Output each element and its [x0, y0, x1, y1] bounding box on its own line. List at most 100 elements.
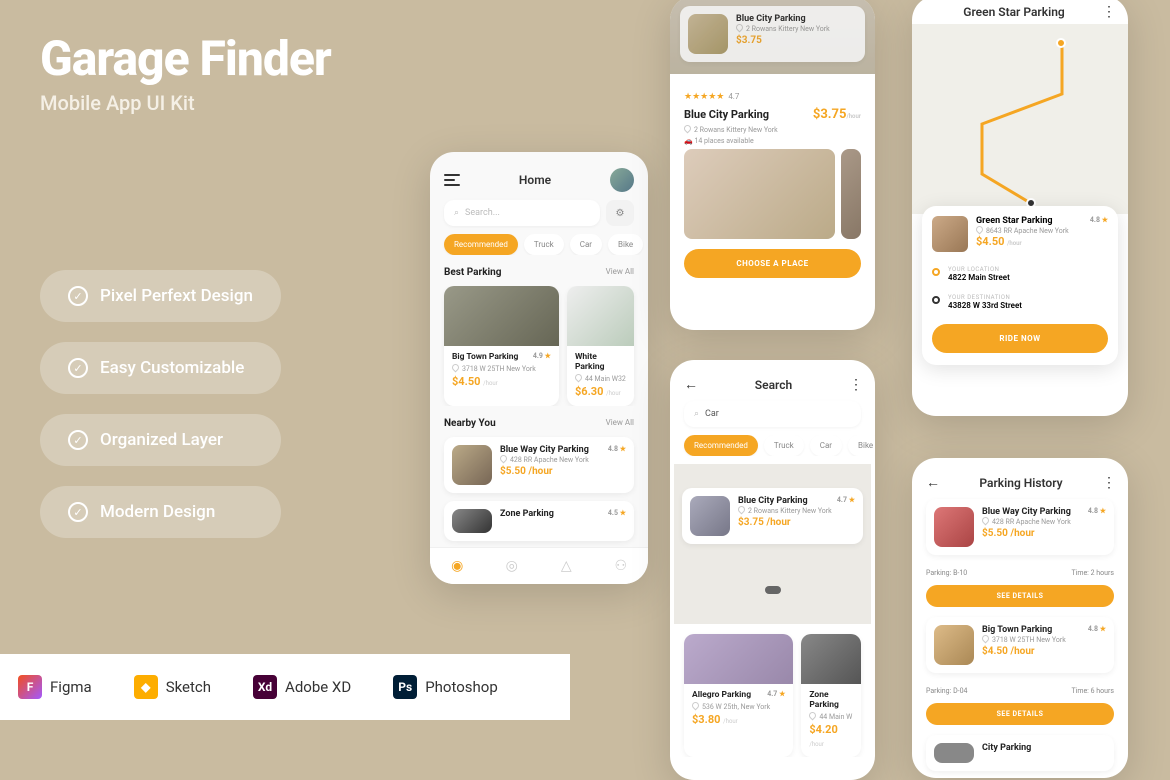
view-all-link[interactable]: View All	[606, 267, 634, 278]
parking-list-item[interactable]: Blue Way City Parking4.8 ★ 428 RR Apache…	[444, 437, 634, 493]
more-icon[interactable]: ⋮	[1102, 475, 1114, 491]
parking-card[interactable]: Allegro Parking4.7 ★ 536 W 25th, New Yor…	[684, 634, 793, 757]
ps-icon: Ps	[393, 675, 417, 699]
search-input[interactable]: ⌕Car	[684, 401, 861, 427]
feature-pill: ✓Organized Layer	[40, 414, 281, 466]
ride-now-button[interactable]: RIDE NOW	[932, 324, 1108, 353]
phone-history: ← Parking History ⋮ Blue Way City Parkin…	[912, 458, 1128, 778]
chip-truck[interactable]: Truck	[764, 435, 804, 456]
map-result-card[interactable]: Blue City Parking4.7 ★ 2 Rowans Kittery …	[682, 488, 863, 544]
star-icon: ★	[779, 690, 785, 698]
filter-button[interactable]: ⚙	[606, 200, 634, 226]
image-gallery[interactable]	[670, 149, 875, 239]
route-panel: Green Star Parking4.8 ★ 8643 RR Apache N…	[922, 206, 1118, 365]
pin-icon	[499, 454, 509, 464]
map-view[interactable]: Blue City Parking4.7 ★ 2 Rowans Kittery …	[674, 464, 871, 624]
chip-bike[interactable]: Bike	[608, 234, 643, 255]
parking-image	[452, 509, 492, 533]
parking-name: Blue City Parking	[684, 108, 769, 121]
category-chips: Recommended Truck Car Bike Bicy	[430, 234, 648, 255]
nav-bell-icon[interactable]: △	[558, 558, 574, 574]
destination-dot-icon	[932, 296, 940, 304]
nav-profile-icon[interactable]: ⚇	[613, 558, 629, 574]
gallery-image	[684, 149, 835, 239]
star-icon: ★	[620, 509, 626, 517]
feature-pill: ✓Easy Customizable	[40, 342, 281, 394]
feature-pill: ✓Modern Design	[40, 486, 281, 538]
history-item[interactable]: City Parking	[926, 735, 1114, 771]
phone-search: ← Search ⋮ ⌕Car Recommended Truck Car Bi…	[670, 360, 875, 780]
pin-icon	[981, 634, 991, 644]
route-map[interactable]	[912, 24, 1128, 214]
hero-title: Garage Finder	[40, 30, 331, 87]
parking-address: 2 Rowans Kittery New York	[684, 125, 861, 134]
page-title: Home	[519, 173, 551, 187]
route-start-icon	[1056, 38, 1066, 48]
pin-icon	[735, 23, 745, 33]
chip-recommended[interactable]: Recommended	[684, 435, 758, 456]
hero-subtitle: Mobile App UI Kit	[40, 91, 331, 115]
preview-card: Blue City Parking 2 Rowans Kittery New Y…	[680, 6, 865, 62]
nav-explore-icon[interactable]: ◉	[449, 558, 465, 574]
slider-icon: ⚙	[616, 208, 625, 219]
check-icon: ✓	[68, 286, 88, 306]
feature-list: ✓Pixel Perfext Design ✓Easy Customizable…	[40, 270, 281, 538]
pin-icon	[975, 225, 985, 235]
tool-figma: FFigma	[18, 675, 92, 699]
parking-image	[452, 445, 492, 485]
back-icon[interactable]: ←	[926, 474, 940, 491]
tool-sketch: ◆Sketch	[134, 675, 211, 699]
parking-list-item[interactable]: Zone Parking4.5 ★	[444, 501, 634, 541]
check-icon: ✓	[68, 430, 88, 450]
chip-bike[interactable]: Bike	[848, 435, 875, 456]
destination-address: 43828 W 33rd Street	[948, 301, 1022, 310]
parking-image	[932, 216, 968, 252]
nav-location-icon[interactable]: ◎	[504, 558, 520, 574]
choose-place-button[interactable]: CHOOSE A PLACE	[684, 249, 861, 278]
back-icon[interactable]: ←	[684, 376, 698, 393]
star-icon: ★	[1100, 625, 1106, 633]
gallery-image	[841, 149, 861, 239]
map-pin-icon	[765, 586, 781, 594]
more-icon[interactable]: ⋮	[849, 377, 861, 393]
pin-icon	[981, 516, 991, 526]
origin-dot-icon	[932, 268, 940, 276]
see-details-button[interactable]: SEE DETAILS	[926, 703, 1114, 725]
hero: Garage Finder Mobile App UI Kit	[40, 30, 331, 115]
pin-icon	[691, 701, 701, 711]
view-all-link[interactable]: View All	[606, 418, 634, 429]
sketch-icon: ◆	[134, 675, 158, 699]
see-details-button[interactable]: SEE DETAILS	[926, 585, 1114, 607]
phone-route: Green Star Parking ⋮ Green Star Parking4…	[912, 0, 1128, 416]
avatar[interactable]	[610, 168, 634, 192]
places-available: 🚗 14 places available	[684, 137, 861, 145]
pin-icon	[451, 363, 461, 373]
chip-car[interactable]: Car	[570, 234, 602, 255]
parking-image	[567, 286, 634, 346]
rating-stars: ★★★★★ 4.7	[684, 84, 861, 103]
parking-card[interactable]: Big Town Parking4.9 ★ 3718 W 25TH New Yo…	[444, 286, 559, 406]
star-icon: ★	[1102, 216, 1108, 224]
pin-icon	[574, 373, 584, 383]
star-icon: ★	[1100, 507, 1106, 515]
history-item[interactable]: Big Town Parking4.8 ★ 3718 W 25TH New Yo…	[926, 617, 1114, 673]
parking-card[interactable]: Zone Parking 44 Main W $4.20 /hour	[801, 634, 861, 757]
search-input[interactable]: ⌕Search...	[444, 200, 600, 226]
section-title: Nearby You	[444, 418, 496, 429]
pin-icon	[808, 711, 818, 721]
parking-price: $3.75/hour	[813, 107, 861, 122]
star-icon: ★	[849, 496, 855, 504]
phone-detail: Blue City Parking 2 Rowans Kittery New Y…	[670, 0, 875, 330]
bottom-nav: ◉ ◎ △ ⚇	[430, 547, 648, 584]
history-item[interactable]: Blue Way City Parking4.8 ★ 428 RR Apache…	[926, 499, 1114, 555]
more-icon[interactable]: ⋮	[1102, 4, 1114, 20]
page-title: Parking History	[979, 476, 1062, 490]
parking-card[interactable]: White Parking 44 Main W32 $6.30 /hour	[567, 286, 634, 406]
chip-recommended[interactable]: Recommended	[444, 234, 518, 255]
check-icon: ✓	[68, 358, 88, 378]
chip-car[interactable]: Car	[810, 435, 842, 456]
figma-icon: F	[18, 675, 42, 699]
parking-image	[444, 286, 559, 346]
menu-icon[interactable]	[444, 174, 460, 186]
chip-truck[interactable]: Truck	[524, 234, 564, 255]
